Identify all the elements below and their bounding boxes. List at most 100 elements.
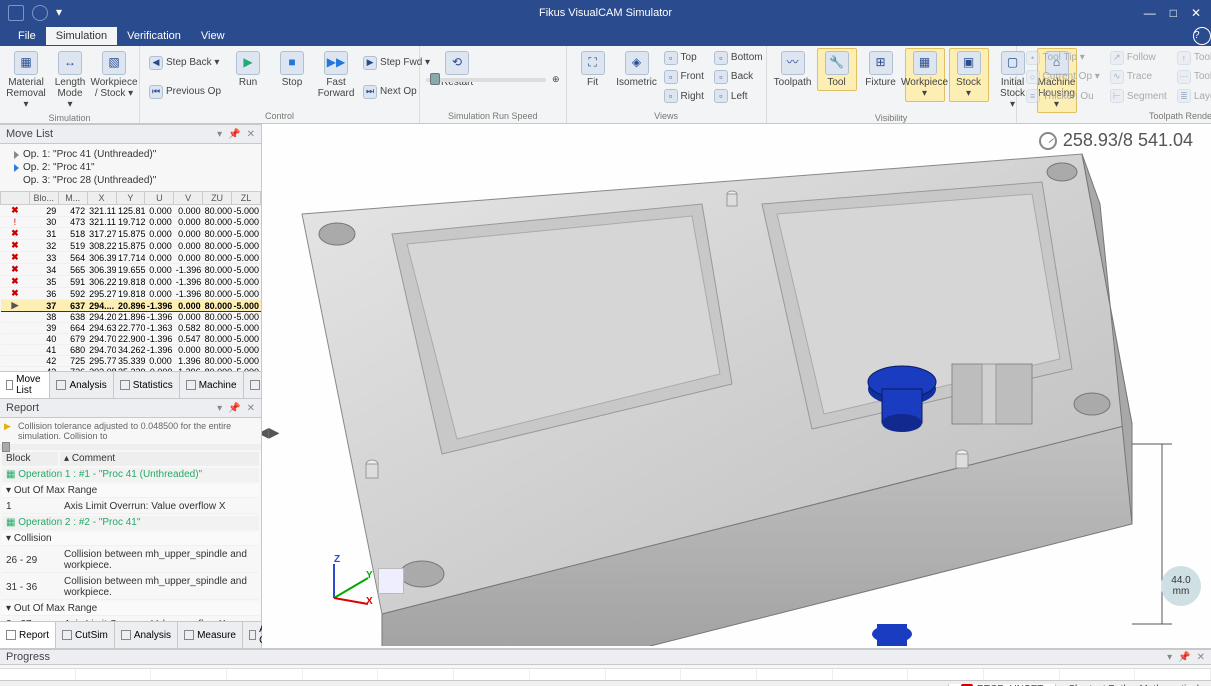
move-row[interactable]: ✖31518317.27815.8750.0000.00080.000-5.00… — [1, 228, 261, 240]
render-follow-button[interactable]: ↗Follow — [1107, 50, 1170, 66]
move-row[interactable]: ✖33564306.39217.7140.0000.00080.000-5.00… — [1, 252, 261, 264]
report-close-icon[interactable]: ✕ — [247, 403, 255, 414]
vis-fixture-button[interactable]: ⊞Fixture — [861, 48, 901, 91]
progress-panel: Progress ▾📌✕ — [0, 648, 1211, 668]
move-row[interactable]: !30473321.11519.7120.0000.00080.000-5.00… — [1, 217, 261, 228]
menu-view[interactable]: View — [191, 27, 235, 45]
view-fit-button[interactable]: ⛶Fit — [573, 48, 613, 91]
progress-pin-icon[interactable]: 📌 — [1178, 652, 1190, 663]
move-row[interactable]: 38638294.20121.896-1.3960.00080.000-5.00… — [1, 312, 261, 323]
report-outmax2[interactable]: ▾ Out Of Max Range — [2, 602, 259, 616]
close-button[interactable]: ✕ — [1191, 6, 1201, 20]
tab-machine[interactable]: Machine — [180, 372, 244, 398]
length-mode-button[interactable]: ↔Length Mode ▾ — [50, 48, 90, 113]
report-pin-icon[interactable]: 📌 — [228, 403, 240, 414]
move-row[interactable]: 41680294.70134.262-1.3960.00080.000-5.00… — [1, 345, 261, 356]
tab-measure[interactable]: Measure — [178, 622, 243, 648]
render-currentop-button[interactable]: ○Current Op ▾ — [1023, 69, 1103, 85]
report-dropdown-icon[interactable]: ▾ — [217, 403, 222, 414]
progress-timeline[interactable] — [0, 668, 1211, 680]
report-op1[interactable]: ▦ Operation 1 : #1 - "Proc 41 (Unthreade… — [2, 468, 259, 482]
collision-tolerance-msg: Collision tolerance adjusted to 0.048500… — [18, 421, 231, 441]
report-title-bar: Report ▾ 📌 ✕ — [0, 398, 261, 418]
render-segment-button[interactable]: ⊢Segment — [1107, 88, 1170, 104]
vis-stock-button[interactable]: ▣Stock ▾ — [949, 48, 989, 102]
tab-analysis[interactable]: Analysis — [115, 622, 178, 648]
render-trace-button[interactable]: ∿Trace — [1107, 69, 1170, 85]
move-row[interactable]: ✖36592295.27819.8180.000-1.39680.000-5.0… — [1, 288, 261, 300]
render-tooltip-button[interactable]: •Tool Tip ▾ — [1023, 50, 1103, 66]
op-row[interactable]: Op. 2: "Proc 41" — [14, 161, 257, 174]
move-row[interactable]: ✖35591306.22819.8180.000-1.39680.000-5.0… — [1, 276, 261, 288]
qat-undo-icon[interactable] — [8, 5, 24, 21]
step-back-button[interactable]: ◀Step Back ▾ — [146, 55, 224, 71]
report-title: Report — [6, 402, 39, 414]
move-row[interactable]: ✖34565306.39219.6550.000-1.39680.000-5.0… — [1, 264, 261, 276]
maximize-button[interactable]: □ — [1170, 6, 1177, 20]
movelist-close-icon[interactable]: ✕ — [247, 129, 255, 140]
op-row[interactable]: Op. 3: "Proc 28 (Unthreaded)" — [14, 174, 257, 187]
move-row[interactable]: ✖32519308.22815.8750.0000.00080.000-5.00… — [1, 240, 261, 252]
movelist-pin-icon[interactable]: 📌 — [228, 129, 240, 140]
view-left-button[interactable]: ▫Left — [711, 88, 766, 104]
movelist-dropdown-icon[interactable]: ▾ — [217, 129, 222, 140]
vis-tool-button[interactable]: 🔧Tool — [817, 48, 857, 91]
tab-cutsim[interactable]: CutSim — [56, 622, 115, 648]
report-outmax[interactable]: ▾ Out Of Max Range — [2, 484, 259, 498]
movelist-title: Move List — [6, 128, 53, 140]
report-collision[interactable]: ▾ Collision — [2, 532, 259, 546]
group-speed-label: Simulation Run Speed — [426, 111, 560, 123]
tab-analysis[interactable]: Analysis — [50, 372, 113, 398]
menu-simulation[interactable]: Simulation — [46, 27, 117, 45]
run-button[interactable]: ▶Run — [228, 48, 268, 91]
view-cube-icon[interactable] — [378, 568, 404, 594]
vis-workpiece-button[interactable]: ▦Workpiece ▾ — [905, 48, 945, 102]
sim-time-display: 258.93/8 541.04 — [1039, 130, 1193, 151]
render-layerint-button[interactable]: ≣Layer Intense ▾ — [1174, 88, 1211, 104]
stop-button[interactable]: ■Stop — [272, 48, 312, 91]
render-thicken-button[interactable]: ≡Thicken Ou — [1023, 88, 1103, 104]
move-row[interactable]: 39664294.63722.770-1.3630.58280.000-5.00… — [1, 323, 261, 334]
fast-forward-button[interactable]: ▶▶Fast Forward — [316, 48, 356, 102]
workpiece-stock-button[interactable]: ▧Workpiece / Stock ▾ — [94, 48, 134, 102]
tab-statistics[interactable]: Statistics — [114, 372, 180, 398]
move-row[interactable]: 42725295.77835.3390.0001.39680.000-5.000 — [1, 356, 261, 367]
qat-dropdown-icon[interactable]: ▾ — [56, 5, 64, 21]
menu-verification[interactable]: Verification — [117, 27, 191, 45]
view-bottom-button[interactable]: ▫Bottom — [711, 50, 766, 66]
progress-close-icon[interactable]: ✕ — [1197, 652, 1205, 663]
previous-op-button[interactable]: ⏮Previous Op — [146, 84, 224, 100]
movelist-title-bar: Move List ▾ 📌 ✕ — [0, 124, 261, 144]
group-rendering-label: Toolpath Rendering — [1023, 111, 1211, 123]
vis-toolpath-button[interactable]: 〰Toolpath — [773, 48, 813, 91]
panel-splitter-icon[interactable]: ◀▶ — [262, 424, 280, 441]
moves-table-container[interactable]: Blo...M...XYUVZUZL ✖29472321.115125.8120… — [0, 191, 261, 371]
material-removal-button[interactable]: ▦Material Removal ▾ — [6, 48, 46, 113]
viewport-3d[interactable]: 258.93/8 541.04 Z Y X 44.0mm ◀▶ — [262, 124, 1211, 648]
report-tabs: ReportCutSimAnalysisMeasureAxis Control — [0, 621, 261, 648]
menu-file[interactable]: File — [8, 27, 46, 45]
view-front-button[interactable]: ▫Front — [661, 69, 707, 85]
move-row[interactable]: 40679294.70122.900-1.3960.54780.000-5.00… — [1, 334, 261, 345]
render-tppoints-button[interactable]: ⋯Toolpath Points — [1174, 69, 1211, 85]
op-row[interactable]: Op. 1: "Proc 41 (Unthreaded)" — [14, 148, 257, 161]
axis-gizmo[interactable]: Z Y X — [322, 558, 372, 608]
tab-move-list[interactable]: Move List — [0, 372, 50, 398]
qat-redo-icon[interactable] — [32, 5, 48, 21]
tab-report[interactable]: Report — [0, 622, 56, 648]
view-top-button[interactable]: ▫Top — [661, 50, 707, 66]
view-back-button[interactable]: ▫Back — [711, 69, 766, 85]
report-body[interactable]: Block▴ Comment ▦ Operation 1 : #1 - "Pro… — [0, 450, 261, 621]
help-icon[interactable]: ? — [1193, 27, 1211, 45]
move-row[interactable]: ✖29472321.115125.8120.0000.00080.000-5.0… — [1, 205, 261, 217]
render-toolvec-button[interactable]: ↑Tool Vectors — [1174, 50, 1211, 66]
report-op2[interactable]: ▦ Operation 2 : #2 - "Proc 41" — [2, 516, 259, 530]
workpiece-render — [262, 124, 1211, 646]
move-row[interactable]: ▶37637294....20.896-1.3960.00080.000-5.0… — [1, 300, 261, 312]
progress-dropdown-icon[interactable]: ▾ — [1167, 652, 1172, 663]
minimize-button[interactable]: — — [1144, 6, 1156, 20]
group-control-label: Control — [146, 111, 413, 123]
view-right-button[interactable]: ▫Right — [661, 88, 707, 104]
sim-speed-slider[interactable]: ⊕ — [426, 74, 560, 85]
view-iso-button[interactable]: ◈Isometric — [617, 48, 657, 91]
